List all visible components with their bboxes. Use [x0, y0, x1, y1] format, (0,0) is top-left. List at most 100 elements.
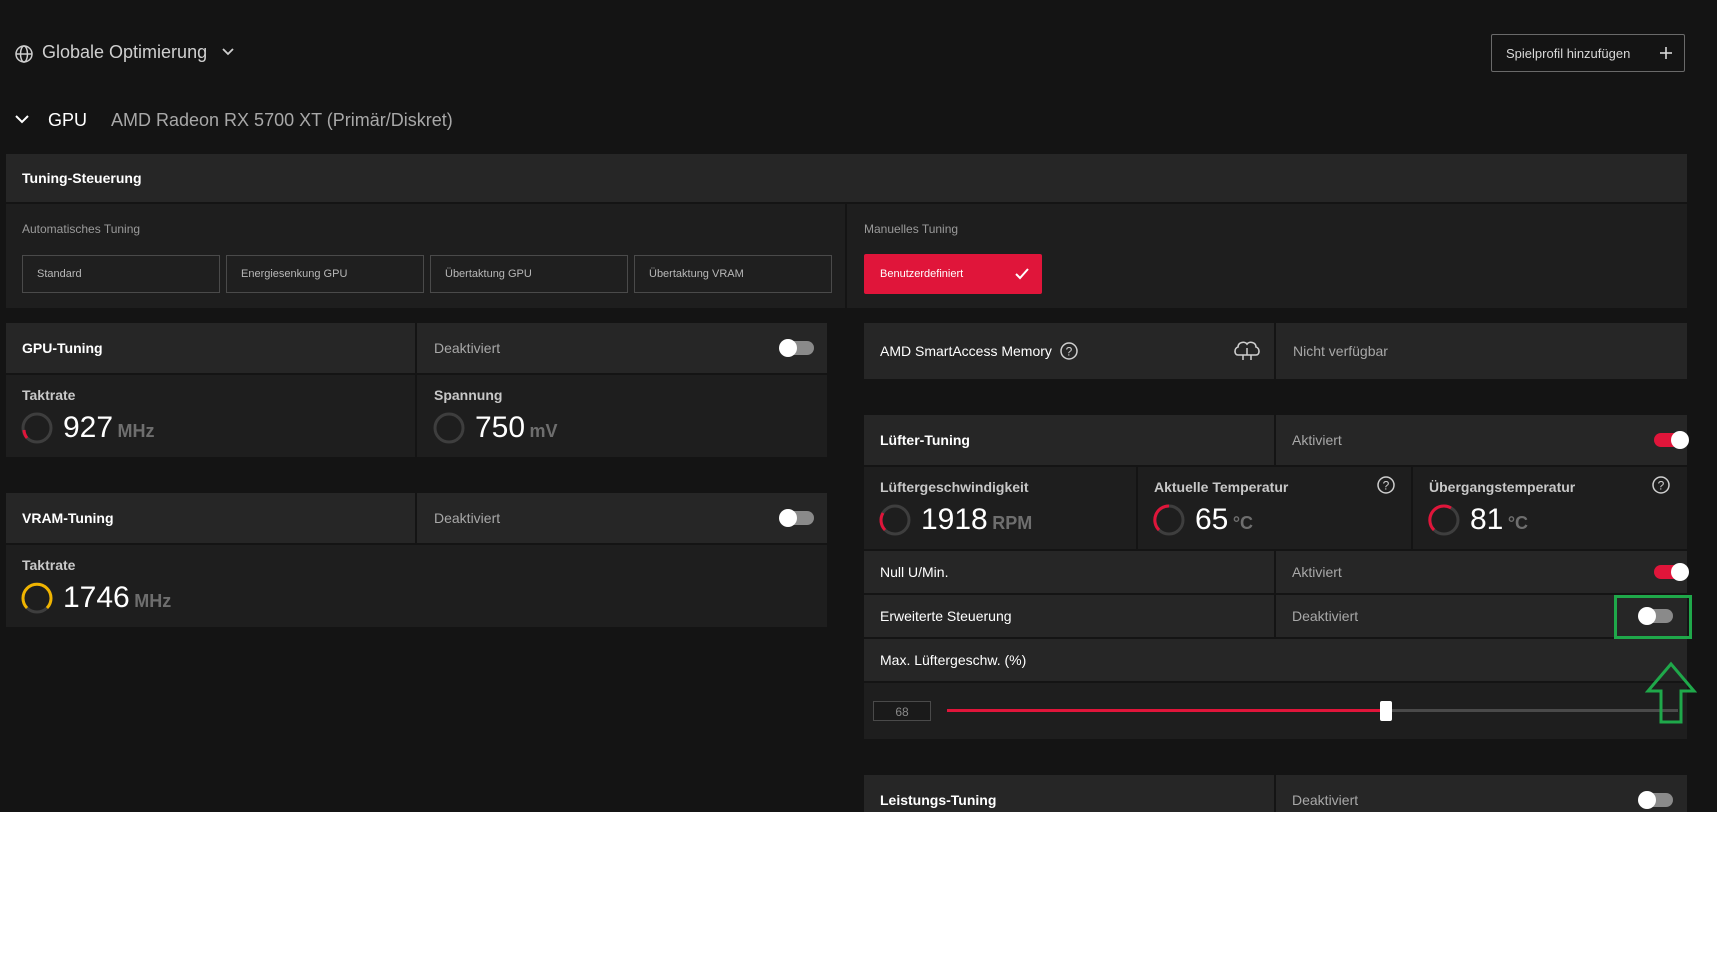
fan-speed-label: Lüftergeschwindigkeit [880, 479, 1029, 495]
fan-tuning-title: Lüfter-Tuning [880, 432, 970, 448]
add-profile-label: Spielprofil hinzufügen [1506, 45, 1631, 61]
power-tuning-status-cell: Deaktiviert [1276, 775, 1687, 812]
advanced-control-status: Deaktiviert [1292, 608, 1359, 624]
gpu-voltage-cell: Spannung 750 mV [417, 375, 827, 457]
junction-temp-help-icon[interactable]: ? [1651, 475, 1671, 495]
gpu-clock-gauge-icon [20, 411, 54, 450]
advanced-control-cell: Erweiterte Steuerung [864, 595, 1274, 637]
smart-access-memory-status-cell: Nicht verfügbar [1276, 323, 1687, 379]
gpu-clock-cell: Taktrate 927 MHz [6, 375, 415, 457]
gpu-tuning-header: GPU-Tuning [6, 323, 415, 373]
max-fan-speed-input[interactable]: 68 [873, 701, 931, 721]
auto-tuning-standard-button[interactable]: Standard [22, 255, 220, 293]
gpu-voltage-unit: mV [529, 421, 558, 441]
vram-clock-gauge-icon [20, 581, 54, 620]
slider-fill [947, 709, 1386, 712]
gpu-clock-readout: 927 MHz [63, 411, 155, 445]
plus-icon [1658, 45, 1674, 61]
advanced-control-label: Erweiterte Steuerung [880, 608, 1012, 624]
custom-tuning-button[interactable]: Benutzerdefiniert [864, 254, 1042, 294]
current-temp-cell: Aktuelle Temperatur ? 65 °C [1138, 467, 1411, 549]
junction-temp-value: 81 [1470, 503, 1504, 536]
profile-selector[interactable]: Globale Optimierung [42, 42, 207, 63]
vram-tuning-title: VRAM-Tuning [22, 510, 114, 526]
gpu-voltage-label: Spannung [434, 387, 503, 403]
gpu-name[interactable]: AMD Radeon RX 5700 XT (Primär/Diskret) [111, 110, 453, 131]
svg-text:?: ? [1383, 479, 1390, 493]
highlight-box [1614, 595, 1692, 639]
power-tuning-status: Deaktiviert [1292, 792, 1359, 808]
slider-track[interactable] [947, 701, 1678, 721]
vram-tuning-status: Deaktiviert [434, 510, 501, 526]
current-temp-readout: 65 °C [1195, 503, 1253, 537]
zero-rpm-cell: Null U/Min. [864, 551, 1274, 593]
junction-temp-gauge-icon [1427, 503, 1461, 542]
vram-clock-value: 1746 [63, 581, 130, 614]
fan-tuning-header: Lüfter-Tuning [864, 415, 1274, 465]
gpu-tuning-toggle[interactable] [779, 339, 814, 357]
svg-text:?: ? [1066, 345, 1073, 359]
junction-temp-unit: °C [1507, 513, 1529, 533]
gpu-tuning-title: GPU-Tuning [22, 340, 103, 356]
junction-temp-readout: 81 °C [1470, 503, 1528, 537]
power-tuning-toggle[interactable] [1638, 791, 1673, 809]
smart-access-memory-status: Nicht verfügbar [1293, 343, 1388, 359]
fan-speed-unit: RPM [992, 513, 1033, 533]
manual-tuning-label: Manuelles Tuning [864, 222, 959, 236]
vram-clock-readout: 1746 MHz [63, 581, 171, 615]
fan-speed-value: 1918 [921, 503, 988, 536]
svg-text:?: ? [1658, 479, 1665, 493]
gpu-tuning-status-cell: Deaktiviert [417, 323, 827, 373]
vram-tuning-header: VRAM-Tuning [6, 493, 415, 543]
add-game-profile-button[interactable]: Spielprofil hinzufügen [1491, 34, 1685, 72]
smart-access-memory-cell: AMD SmartAccess Memory ? [864, 323, 1274, 379]
auto-tuning-overclock-vram-button[interactable]: Übertaktung VRAM [634, 255, 832, 293]
vram-clock-unit: MHz [134, 591, 172, 611]
tuning-control-title: Tuning-Steuerung [22, 170, 142, 186]
zero-rpm-status: Aktiviert [1292, 564, 1342, 580]
power-tuning-header: Leistungs-Tuning [864, 775, 1274, 812]
fan-tuning-status-cell: Aktiviert [1276, 415, 1689, 465]
checkmark-icon [1014, 266, 1030, 282]
slider-thumb[interactable] [1380, 701, 1392, 721]
fan-tuning-status: Aktiviert [1292, 432, 1342, 448]
fan-speed-readout: 1918 RPM [921, 503, 1032, 537]
help-icon[interactable]: ? [1059, 341, 1079, 361]
gpu-voltage-readout: 750 mV [475, 411, 558, 445]
auto-tuning-overclock-gpu-button[interactable]: Übertaktung GPU [430, 255, 628, 293]
gpu-tuning-status: Deaktiviert [434, 340, 501, 356]
current-temp-help-icon[interactable]: ? [1376, 475, 1396, 495]
globe-icon[interactable] [14, 44, 34, 64]
fan-speed-gauge-icon [878, 503, 912, 542]
vram-tuning-toggle[interactable] [779, 509, 814, 527]
vram-tuning-status-cell: Deaktiviert [417, 493, 827, 543]
vram-clock-cell: Taktrate 1746 MHz [6, 545, 827, 627]
current-temp-value: 65 [1195, 503, 1229, 536]
gpu-label: GPU [48, 110, 88, 130]
junction-temp-cell: Übergangstemperatur ? 81 °C [1413, 467, 1687, 549]
fan-tuning-toggle[interactable] [1654, 431, 1689, 449]
brain-icon [1232, 339, 1262, 363]
max-fan-speed-slider-row: 68 [864, 683, 1687, 739]
auto-tuning-power-save-button[interactable]: Energiesenkung GPU [226, 255, 424, 293]
current-temp-label: Aktuelle Temperatur [1154, 479, 1289, 495]
power-tuning-title: Leistungs-Tuning [880, 792, 997, 808]
zero-rpm-toggle[interactable] [1654, 563, 1689, 581]
junction-temp-label: Übergangstemperatur [1429, 479, 1576, 495]
chevron-down-icon[interactable] [220, 44, 236, 60]
max-fan-speed-label: Max. Lüftergeschw. (%) [880, 652, 1027, 668]
custom-tuning-label: Benutzerdefiniert [880, 268, 964, 280]
gpu-voltage-gauge-icon [432, 411, 466, 450]
fan-speed-cell: Lüftergeschwindigkeit 1918 RPM [864, 467, 1136, 549]
tuning-control-header: Tuning-Steuerung [6, 154, 1687, 202]
current-temp-gauge-icon [1152, 503, 1186, 542]
collapse-chevron-icon[interactable] [14, 111, 30, 127]
max-fan-speed-header: Max. Lüftergeschw. (%) [864, 639, 1687, 681]
vram-clock-label: Taktrate [22, 557, 76, 573]
current-temp-unit: °C [1232, 513, 1254, 533]
auto-tuning-label: Automatisches Tuning [22, 222, 141, 236]
gpu-clock-unit: MHz [117, 421, 155, 441]
gpu-clock-value: 927 [63, 411, 114, 444]
app-window: Globale Optimierung Spielprofil hinzufüg… [0, 0, 1717, 812]
smart-access-memory-label: AMD SmartAccess Memory [880, 343, 1052, 359]
